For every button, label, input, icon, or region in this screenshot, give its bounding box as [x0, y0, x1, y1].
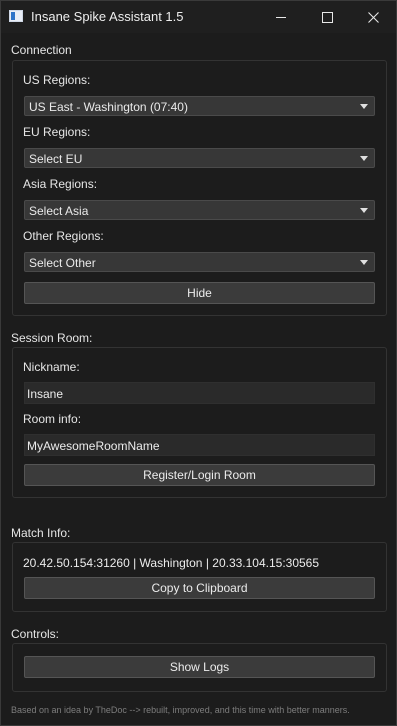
nickname-label: Nickname: [23, 360, 80, 374]
chevron-down-icon [360, 260, 368, 265]
chevron-down-icon [360, 156, 368, 161]
other-regions-label: Other Regions: [23, 229, 104, 243]
room-info-input[interactable]: MyAwesomeRoomName [24, 434, 375, 456]
eu-regions-selected: Select EU [29, 152, 83, 166]
asia-regions-label: Asia Regions: [23, 177, 98, 191]
footer-credits: Based on an idea by TheDoc --> rebuilt, … [11, 705, 350, 715]
title-bar[interactable]: Insane Spike Assistant 1.5 [1, 1, 396, 33]
controls-header: Controls: [11, 627, 60, 641]
eu-regions-dropdown[interactable]: Select EU [24, 148, 375, 168]
match-info-text: 20.42.50.154:31260 | Washington | 20.33.… [23, 556, 320, 570]
asia-regions-dropdown[interactable]: Select Asia [24, 200, 375, 220]
eu-regions-label: EU Regions: [23, 125, 91, 139]
minimize-icon [276, 16, 286, 18]
nickname-input[interactable]: Insane [24, 382, 375, 404]
us-regions-dropdown[interactable]: US East - Washington (07:40) [24, 96, 375, 116]
room-info-label: Room info: [23, 412, 82, 426]
room-info-value: MyAwesomeRoomName [27, 439, 160, 453]
app-window: Insane Spike Assistant 1.5 Connection US… [0, 0, 397, 726]
maximize-icon [321, 11, 333, 23]
close-button[interactable] [350, 1, 396, 33]
us-regions-selected: US East - Washington (07:40) [29, 100, 188, 114]
show-logs-button[interactable]: Show Logs [24, 656, 375, 678]
other-regions-dropdown[interactable]: Select Other [24, 252, 375, 272]
other-regions-selected: Select Other [29, 256, 96, 270]
close-icon [367, 11, 379, 23]
minimize-button[interactable] [258, 1, 304, 33]
app-window-icon [9, 10, 23, 22]
maximize-button[interactable] [304, 1, 350, 33]
session-room-header: Session Room: [11, 331, 93, 345]
copy-to-clipboard-button[interactable]: Copy to Clipboard [24, 577, 375, 599]
window-title: Insane Spike Assistant 1.5 [31, 9, 184, 24]
asia-regions-selected: Select Asia [29, 204, 89, 218]
us-regions-label: US Regions: [23, 73, 91, 87]
match-info-header: Match Info: [11, 526, 71, 540]
hide-button[interactable]: Hide [24, 282, 375, 304]
chevron-down-icon [360, 208, 368, 213]
connection-header: Connection [11, 43, 72, 57]
chevron-down-icon [360, 104, 368, 109]
register-login-room-button[interactable]: Register/Login Room [24, 464, 375, 486]
nickname-value: Insane [27, 387, 64, 401]
